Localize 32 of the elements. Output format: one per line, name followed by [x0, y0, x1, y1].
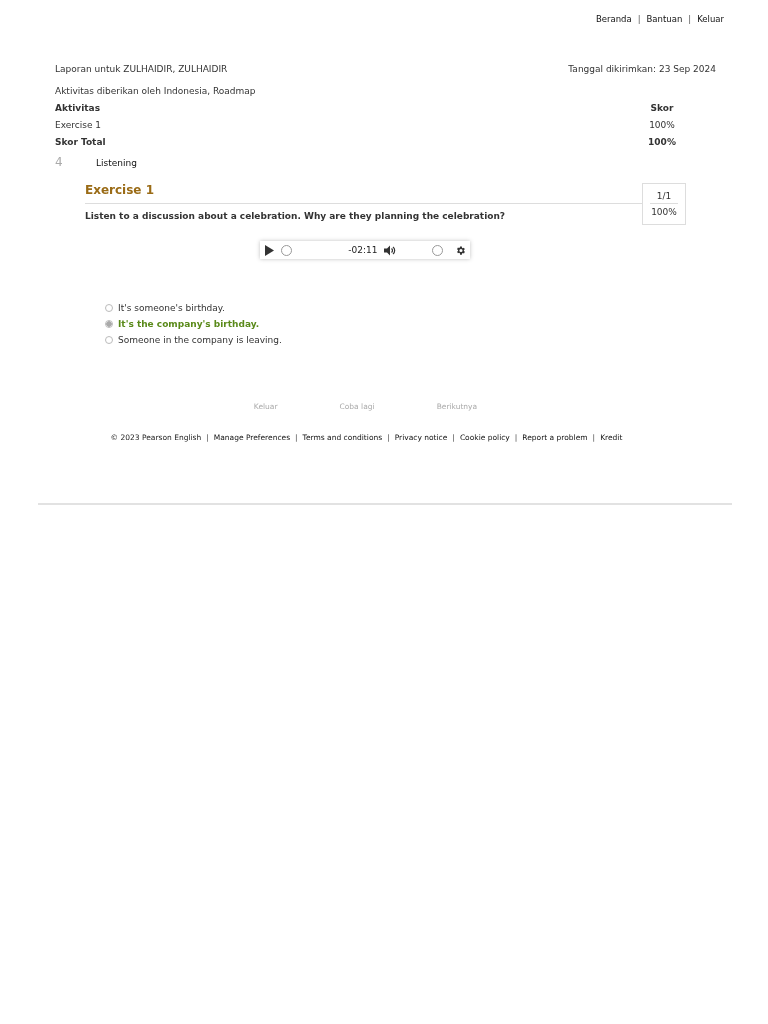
- separator: |: [636, 14, 642, 24]
- table-cell-text: 100%: [648, 120, 676, 130]
- seek-handle[interactable]: [280, 245, 292, 256]
- nav-link[interactable]: Bantuan: [646, 14, 683, 24]
- answer-option: It's the company's birthday.: [118, 319, 260, 329]
- table-cell: Exercise 1: [55, 120, 102, 130]
- column-header: Skor: [649, 103, 675, 113]
- activity-source: Aktivitas diberikan oleh Indonesia, Roadmap: [55, 86, 257, 96]
- score-count: 1/1: [656, 190, 672, 203]
- report-owner: Laporan untuk ZULHAIDIR, ZULHAIDIR: [55, 64, 228, 74]
- answer-option: Someone in the company is leaving.: [118, 335, 282, 345]
- nav-link[interactable]: Keluar: [697, 14, 724, 24]
- score-percent: 100%: [650, 203, 678, 219]
- time-remaining: -02:11: [348, 245, 378, 255]
- nav-link[interactable]: Beranda: [595, 14, 632, 24]
- volume-handle[interactable]: [431, 245, 443, 256]
- separator: |: [687, 14, 693, 24]
- exercise-title: Exercise 1: [85, 183, 156, 197]
- table-cell: Skor Total: [55, 137, 106, 147]
- question-text: Listen to a discussion about a celebration. Why are they planning the celebration?: [85, 211, 507, 221]
- play-icon[interactable]: [263, 244, 275, 256]
- answer-option: It's someone's birthday.: [118, 303, 225, 313]
- radio-button[interactable]: [105, 304, 113, 312]
- table-cell-text: 100%: [647, 137, 677, 147]
- radio-button[interactable]: [105, 336, 113, 344]
- settings-icon[interactable]: [454, 244, 466, 256]
- radio-button[interactable]: [105, 320, 113, 328]
- column-header: Aktivitas: [55, 103, 101, 113]
- section-number: 4: [55, 155, 64, 169]
- submitted-date: Tanggal dikirimkan: 23 Sep 2024: [568, 64, 716, 74]
- section-title: Listening: [96, 158, 137, 168]
- volume-icon[interactable]: [383, 244, 397, 256]
